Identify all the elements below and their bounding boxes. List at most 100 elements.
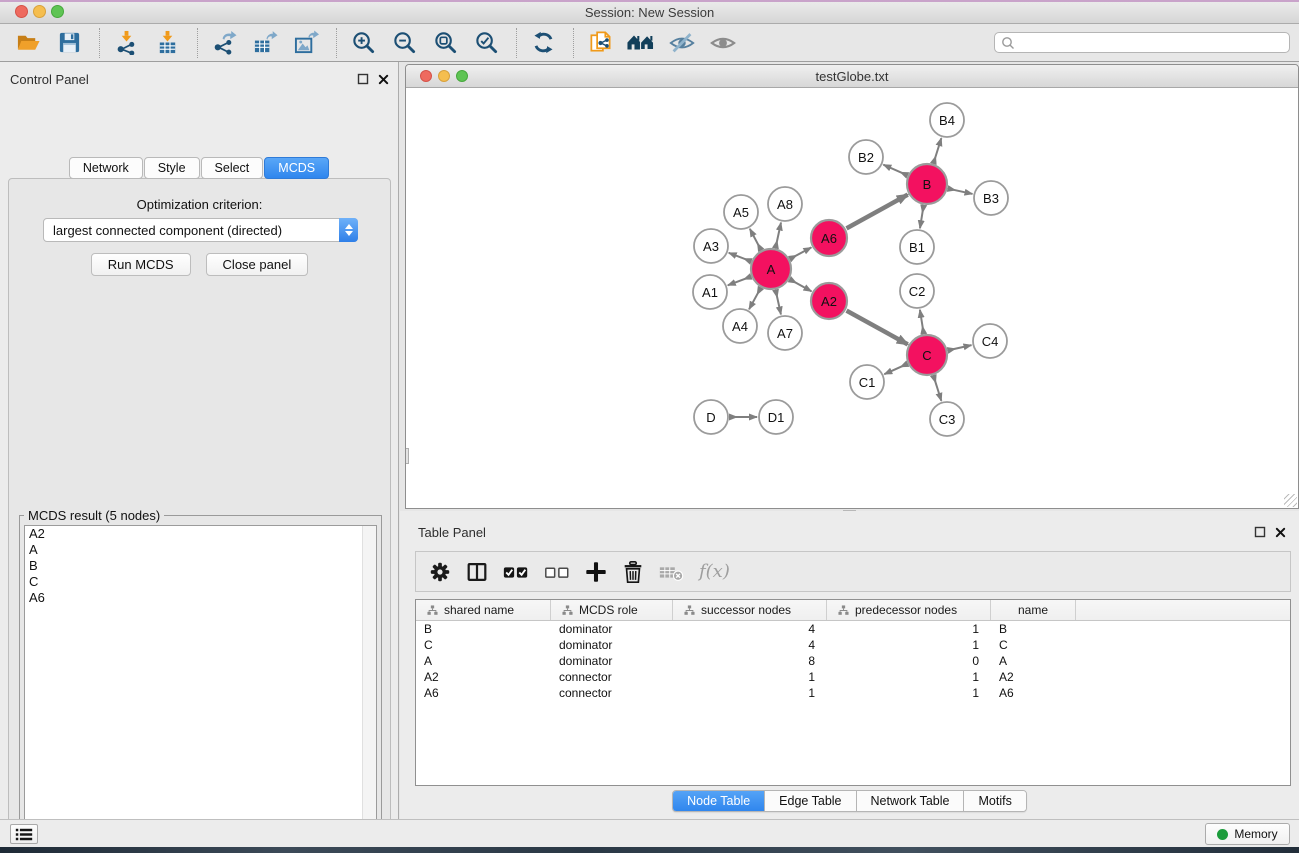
zoom-in-button[interactable] <box>349 29 377 57</box>
network-window-titlebar[interactable]: testGlobe.txt <box>406 65 1298 88</box>
close-mcds-panel-button[interactable]: Close panel <box>206 253 309 276</box>
open-session-button[interactable] <box>14 29 42 57</box>
result-list-scrollbar[interactable] <box>362 526 376 853</box>
import-table-button[interactable] <box>153 29 181 57</box>
tab-style[interactable]: Style <box>144 157 200 179</box>
close-panel-button[interactable] <box>377 73 390 86</box>
export-image-button[interactable] <box>292 29 320 57</box>
mcds-result-list[interactable]: A2ABCA6 <box>24 525 377 853</box>
graph-node-A7[interactable]: A7 <box>768 316 802 350</box>
table-row[interactable]: Adominator80A <box>416 653 1290 669</box>
tab-motifs[interactable]: Motifs <box>964 791 1025 811</box>
graph-node-A2[interactable]: A2 <box>811 283 847 319</box>
select-all-rows-button[interactable] <box>502 558 530 586</box>
graph-node-B3[interactable]: B3 <box>974 181 1008 215</box>
graph-node-B2[interactable]: B2 <box>849 140 883 174</box>
table-row[interactable]: A2connector11A2 <box>416 669 1290 685</box>
graph-edge-A-A6[interactable] <box>790 247 811 258</box>
graph-edge-A-A8[interactable] <box>776 223 781 248</box>
import-network-button[interactable] <box>112 29 140 57</box>
float-panel-button[interactable] <box>356 73 369 86</box>
tab-network[interactable]: Network <box>69 157 143 179</box>
network-canvas[interactable]: B4B2BB3A8A5A6A3B1AC2A1A2A4A7C4CC1C3DD1 <box>406 88 1298 508</box>
export-network-button[interactable] <box>210 29 238 57</box>
function-builder-button[interactable]: f(x) <box>699 558 730 586</box>
graph-edge-B-B1[interactable] <box>920 206 924 229</box>
graph-node-C2[interactable]: C2 <box>900 274 934 308</box>
table-row[interactable]: A6connector11A6 <box>416 685 1290 701</box>
zoom-out-button[interactable] <box>390 29 418 57</box>
tab-mcds[interactable]: MCDS <box>264 157 329 179</box>
graph-edge-C-C2[interactable] <box>920 310 924 333</box>
add-column-button[interactable] <box>584 558 608 586</box>
column-header[interactable]: successor nodes <box>673 600 827 620</box>
show-all-networks-button[interactable] <box>627 29 655 57</box>
graph-edge-C-C1[interactable] <box>884 364 907 374</box>
graph-node-B4[interactable]: B4 <box>930 103 964 137</box>
graph-edge-A6-B[interactable] <box>847 195 908 229</box>
graph-node-D1[interactable]: D1 <box>759 400 793 434</box>
table-row[interactable]: Bdominator41B <box>416 621 1290 637</box>
mcds-result-item[interactable]: A6 <box>25 590 376 606</box>
graph-edge-A-A2[interactable] <box>790 280 811 292</box>
tab-edge-table[interactable]: Edge Table <box>765 791 856 811</box>
graph-node-C4[interactable]: C4 <box>973 324 1007 358</box>
show-columns-button[interactable] <box>465 558 489 586</box>
mcds-result-item[interactable]: A <box>25 542 376 558</box>
graph-node-A1[interactable]: A1 <box>693 275 727 309</box>
delete-table-button[interactable] <box>658 558 686 586</box>
tab-network-table[interactable]: Network Table <box>857 791 965 811</box>
graph-edge-A-A4[interactable] <box>749 288 760 309</box>
search-field[interactable] <box>994 32 1290 53</box>
float-table-panel-button[interactable] <box>1253 526 1266 539</box>
task-history-button[interactable] <box>10 824 38 844</box>
graph-node-C1[interactable]: C1 <box>850 365 884 399</box>
graph-edge-B-B3[interactable] <box>948 189 972 194</box>
close-table-panel-button[interactable] <box>1274 526 1287 539</box>
deselect-all-rows-button[interactable] <box>543 558 571 586</box>
graph-edge-A-A3[interactable] <box>729 253 751 261</box>
graph-node-A4[interactable]: A4 <box>723 309 757 343</box>
graph-node-A6[interactable]: A6 <box>811 220 847 256</box>
graph-edge-A2-C[interactable] <box>847 311 908 345</box>
tab-node-table[interactable]: Node Table <box>673 791 765 811</box>
memory-button[interactable]: Memory <box>1205 823 1290 845</box>
graph-node-D[interactable]: D <box>694 400 728 434</box>
graph-edge-B-B4[interactable] <box>934 138 942 163</box>
column-header[interactable]: name <box>991 600 1076 620</box>
delete-column-button[interactable] <box>621 558 645 586</box>
column-header[interactable]: predecessor nodes <box>827 600 991 620</box>
save-session-button[interactable] <box>55 29 83 57</box>
graph-node-A8[interactable]: A8 <box>768 187 802 221</box>
zoom-fit-button[interactable] <box>431 29 459 57</box>
graph-node-B[interactable]: B <box>907 164 947 204</box>
window-resize-grip[interactable] <box>1284 494 1297 507</box>
mcds-result-item[interactable]: C <box>25 574 376 590</box>
graph-node-C[interactable]: C <box>907 335 947 375</box>
network-scrollbar-nub[interactable] <box>406 448 409 464</box>
graph-edge-A-A1[interactable] <box>728 277 751 286</box>
column-header[interactable]: MCDS role <box>551 600 673 620</box>
mcds-result-item[interactable]: A2 <box>25 526 376 542</box>
hide-network-button[interactable] <box>668 29 696 57</box>
search-input[interactable] <box>1016 34 1289 51</box>
graph-edge-B-B2[interactable] <box>883 165 907 175</box>
network-graph[interactable]: B4B2BB3A8A5A6A3B1AC2A1A2A4A7C4CC1C3DD1 <box>406 88 1298 508</box>
table-row[interactable]: Cdominator41C <box>416 637 1290 653</box>
graph-node-C3[interactable]: C3 <box>930 402 964 436</box>
graph-node-A3[interactable]: A3 <box>694 229 728 263</box>
graph-edge-C-C3[interactable] <box>934 376 942 401</box>
tab-select[interactable]: Select <box>201 157 264 179</box>
column-header[interactable]: shared name <box>416 600 551 620</box>
graph-node-A[interactable]: A <box>751 249 791 289</box>
graph-node-B1[interactable]: B1 <box>900 230 934 264</box>
zoom-selected-button[interactable] <box>472 29 500 57</box>
criterion-dropdown[interactable]: largest connected component (directed) <box>43 218 358 242</box>
graph-edge-A-A7[interactable] <box>776 290 781 314</box>
network-file-button[interactable] <box>586 29 614 57</box>
export-table-button[interactable] <box>251 29 279 57</box>
graph-edge-A-A5[interactable] <box>750 229 761 250</box>
table-settings-button[interactable] <box>428 558 452 586</box>
show-network-button[interactable] <box>709 29 737 57</box>
refresh-layout-button[interactable] <box>529 29 557 57</box>
